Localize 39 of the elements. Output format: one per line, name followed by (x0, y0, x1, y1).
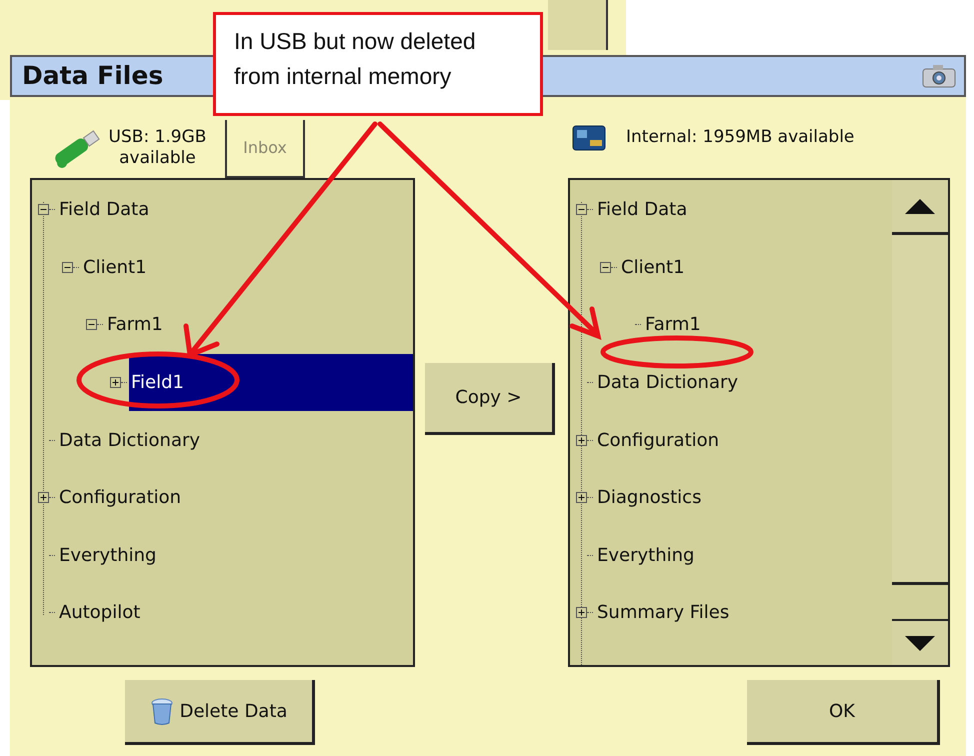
trash-can-icon (150, 697, 174, 725)
expand-icon[interactable] (576, 607, 587, 618)
window-title: Data Files (22, 60, 164, 92)
up-triangle-icon (905, 198, 935, 214)
tree-item[interactable]: Field Data (57, 181, 152, 239)
collapse-icon[interactable] (86, 319, 97, 330)
collapse-icon[interactable] (38, 204, 49, 216)
expand-icon[interactable] (110, 377, 121, 388)
tree-item[interactable]: Client1 (619, 238, 687, 296)
tree-item[interactable]: Client1 (81, 238, 149, 296)
collapse-icon[interactable] (600, 262, 611, 273)
tree-item[interactable]: Summary Files (595, 584, 732, 642)
tree-item[interactable]: Field1 (129, 354, 413, 412)
tree-item[interactable]: Field Data (595, 181, 690, 239)
storage-label: Internal: 1959MB available (626, 126, 854, 149)
expand-icon[interactable] (38, 492, 49, 504)
tree-item[interactable]: Configuration (57, 468, 184, 527)
scroll-down-button[interactable] (892, 619, 948, 665)
tree-item[interactable]: Autopilot (57, 584, 142, 642)
tree-item[interactable]: Diagnostics (595, 468, 704, 527)
down-triangle-icon (905, 636, 935, 650)
tree-item[interactable]: Configuration (595, 411, 722, 469)
tree-item[interactable]: Farm1 (105, 296, 165, 354)
expand-icon[interactable] (576, 492, 587, 504)
expand-icon[interactable] (576, 434, 587, 446)
tree-item[interactable]: Farm1 (643, 296, 703, 354)
collapse-icon[interactable] (576, 204, 587, 216)
tree-item[interactable]: Everything (595, 526, 696, 584)
camera-icon[interactable] (922, 64, 956, 88)
annotation-callout: In USB but now deleted from internal memory (213, 12, 543, 116)
tree-item[interactable]: Data Dictionary (57, 411, 202, 469)
scroll-up-button[interactable] (892, 180, 948, 235)
delete-data-button[interactable]: Delete Data (125, 680, 315, 745)
collapse-icon[interactable] (62, 262, 73, 273)
ok-button[interactable]: OK (747, 680, 940, 745)
copy-button[interactable]: Copy > (425, 363, 555, 435)
memory-card-icon (572, 124, 606, 152)
tree-item[interactable]: Everything (57, 526, 158, 584)
tree-item[interactable]: Data Dictionary (595, 354, 740, 412)
